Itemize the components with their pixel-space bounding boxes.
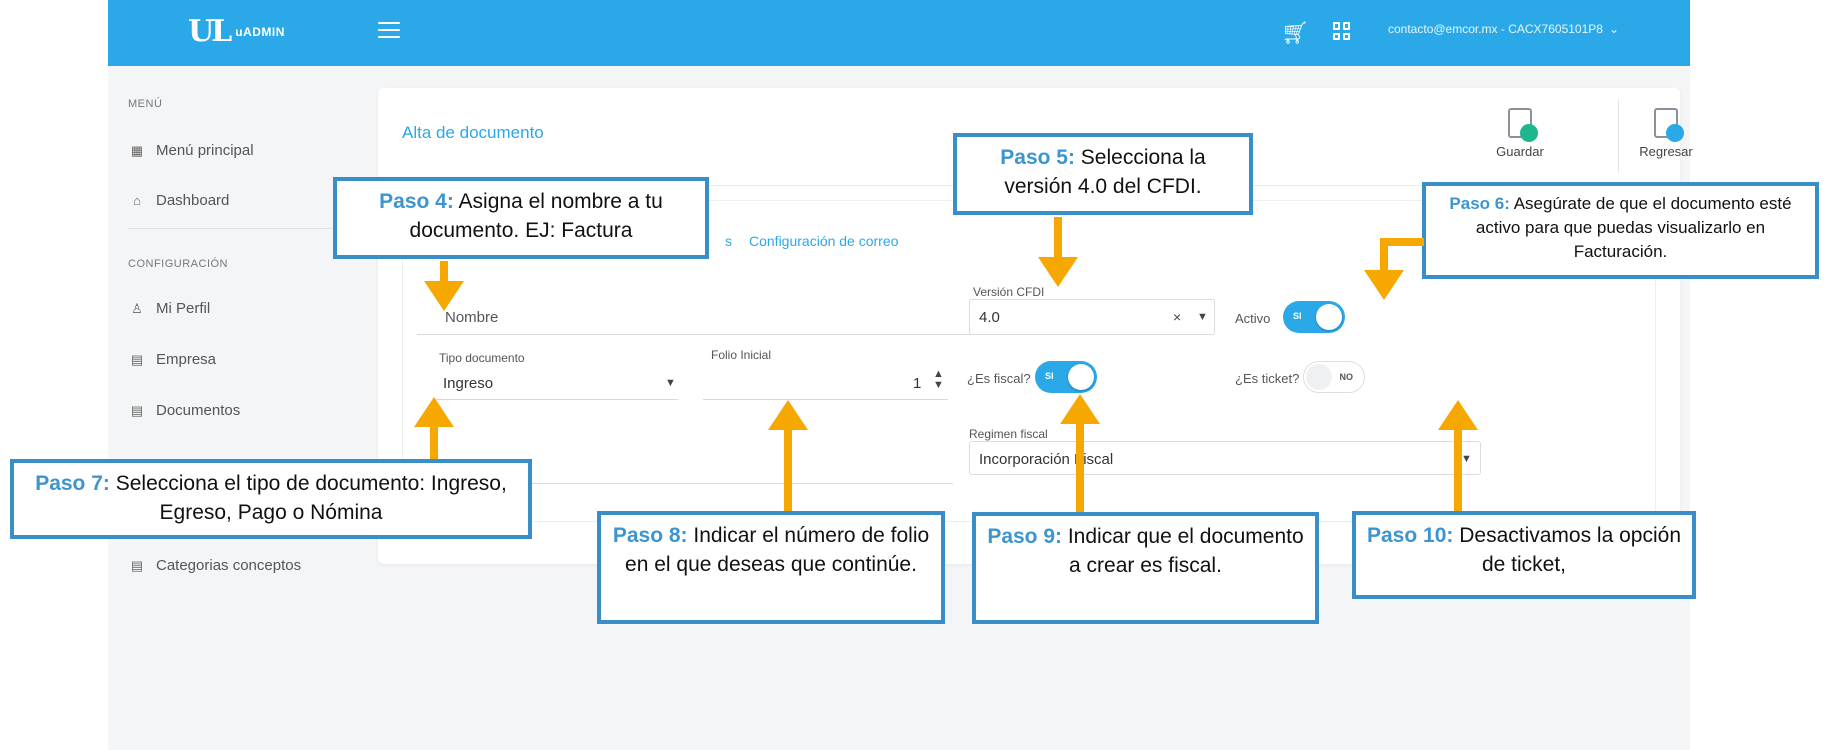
sidebar-heading-menu: MENÚ xyxy=(128,98,163,110)
save-icon xyxy=(1508,108,1538,142)
sidebar-item-label: Dashboard xyxy=(156,192,230,209)
callout-step-6: Paso 6: Asegúrate de que el documento es… xyxy=(1422,182,1819,279)
arrow-step-8 xyxy=(768,400,808,511)
save-label: Guardar xyxy=(1496,144,1544,159)
callout-step-7: Paso 7: Selecciona el tipo de documento:… xyxy=(10,459,532,539)
sidebar-item-documentos[interactable]: ▤ Documentos xyxy=(130,402,240,419)
logo-text: uADMIN xyxy=(235,24,285,39)
tipo-select[interactable]: Ingreso xyxy=(443,375,493,392)
sidebar-item-label: Menú principal xyxy=(156,142,254,159)
version-label: Versión CFDI xyxy=(973,285,1045,299)
regimen-value: Incorporación Fiscal xyxy=(979,451,1114,468)
sidebar-item-mi-perfil[interactable]: ♙ Mi Perfil xyxy=(130,300,210,317)
sidebar-item-label: Mi Perfil xyxy=(156,300,211,317)
nombre-underline xyxy=(417,334,1003,335)
ticket-label: ¿Es ticket? xyxy=(1235,371,1300,386)
arrow-step-4 xyxy=(424,261,464,311)
action-divider xyxy=(1618,100,1619,172)
sidebar-heading-config: CONFIGURACIÓN xyxy=(128,258,228,270)
sidebar-item-dashboard[interactable]: ⌂ Dashboard xyxy=(130,192,229,209)
folio-input[interactable]: 1 xyxy=(913,375,921,392)
app-window: UL uADMIN 🛒︎ contacto@emcor.mx - CACX760… xyxy=(108,0,1693,750)
activo-label: Activo xyxy=(1235,311,1271,326)
user-icon: ♙ xyxy=(131,300,143,316)
nombre-input[interactable]: Nombre xyxy=(445,309,498,326)
callout-step-8: Paso 8: Indicar el número de folio en el… xyxy=(597,511,945,624)
file-icon: ▤ xyxy=(130,402,144,418)
sidebar-item-label: Documentos xyxy=(156,402,241,419)
regimen-label: Regimen fiscal xyxy=(969,427,1048,441)
tutorial-screenshot: UL uADMIN 🛒︎ contacto@emcor.mx - CACX760… xyxy=(0,0,1833,750)
tipo-label: Tipo documento xyxy=(439,351,525,365)
arrow-step-9 xyxy=(1060,394,1100,512)
arrow-step-7 xyxy=(414,397,454,459)
grid-icon: ▦ xyxy=(130,142,144,158)
callout-step-4: Paso 4: Asigna el nombre a tu documento.… xyxy=(333,177,709,259)
version-value: 4.0 xyxy=(979,309,1000,326)
ticket-toggle[interactable]: NO xyxy=(1303,361,1365,393)
back-label: Regresar xyxy=(1639,144,1693,159)
tab-email-config[interactable]: Configuración de correo xyxy=(749,233,898,249)
arrow-step-6 xyxy=(1364,238,1404,300)
sidebar-item-empresa[interactable]: ▤ Empresa xyxy=(130,351,216,368)
back-button[interactable]: Regresar xyxy=(1634,108,1698,159)
fiscal-toggle[interactable]: SI xyxy=(1035,361,1097,393)
sidebar-item-label: Categorias conceptos xyxy=(156,557,302,574)
back-icon xyxy=(1654,108,1684,142)
stepper-icon[interactable]: ▲ ▼ xyxy=(933,369,944,391)
arrow-step-5 xyxy=(1038,217,1078,287)
tipo-underline xyxy=(433,399,678,400)
top-bar: UL uADMIN 🛒︎ contacto@emcor.mx - CACX760… xyxy=(108,0,1690,66)
folio-underline xyxy=(703,399,948,400)
tab-general[interactable]: s xyxy=(725,233,732,249)
sidebar-item-categorias[interactable]: ▤ Categorias conceptos xyxy=(130,557,301,574)
sidebar-item-menu-principal[interactable]: ▦ Menú principal xyxy=(130,142,254,159)
cart-icon[interactable]: 🛒︎ xyxy=(1281,20,1309,46)
sidebar-item-label: Empresa xyxy=(156,351,217,368)
save-button[interactable]: Guardar xyxy=(1488,108,1552,159)
callout-step-10: Paso 10: Desactivamos la opción de ticke… xyxy=(1352,511,1696,599)
file-icon: ▤ xyxy=(130,351,144,367)
sidebar: MENÚ ▦ Menú principal ⌂ Dashboard CONFIG… xyxy=(108,66,378,750)
clear-icon[interactable]: × xyxy=(1173,309,1181,325)
callout-step-9: Paso 9: Indicar que el documento a crear… xyxy=(972,512,1319,624)
folio-label: Folio Inicial xyxy=(711,348,772,362)
logo[interactable]: UL uADMIN xyxy=(188,14,285,49)
account-menu[interactable]: contacto@emcor.mx - CACX7605101P8 ⌄ xyxy=(1388,22,1619,36)
menu-icon[interactable] xyxy=(378,22,400,38)
file-icon: ▤ xyxy=(130,557,144,573)
caret-down-icon[interactable]: ▼ xyxy=(1197,311,1208,323)
activo-toggle[interactable]: SI xyxy=(1283,301,1345,333)
caret-down-icon[interactable]: ▼ xyxy=(665,377,676,389)
chevron-down-icon: ⌄ xyxy=(1608,22,1620,36)
apps-grid-icon[interactable] xyxy=(1333,22,1351,40)
logo-mark: UL xyxy=(188,14,232,49)
arrow-step-10 xyxy=(1438,400,1478,511)
home-icon: ⌂ xyxy=(133,193,141,208)
account-label: contacto@emcor.mx - CACX7605101P8 xyxy=(1388,22,1603,36)
page-title: Alta de documento xyxy=(402,123,544,142)
callout-step-5: Paso 5: Selecciona la versión 4.0 del CF… xyxy=(953,133,1253,215)
caret-down-icon[interactable]: ▼ xyxy=(1461,453,1472,465)
fiscal-label: ¿Es fiscal? xyxy=(967,371,1031,386)
